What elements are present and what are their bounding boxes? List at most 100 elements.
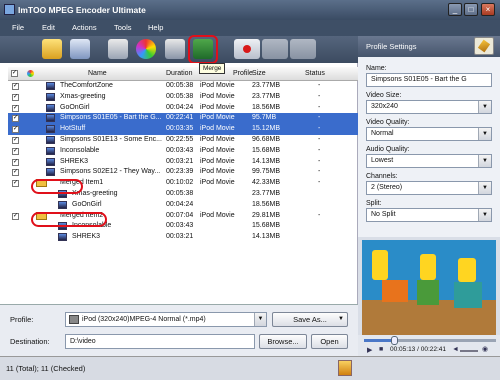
table-row[interactable]: ✓ SHREK3 00:03:21 iPod Movie 14.13MB -	[8, 157, 358, 168]
row-status: -	[318, 103, 321, 111]
row-profile: iPod Movie	[200, 211, 235, 219]
save-as-button[interactable]: Save As... ▼	[272, 312, 348, 327]
row-checkbox[interactable]: ✓	[12, 158, 19, 166]
minimize-button[interactable]: _	[448, 3, 462, 16]
row-size: 23.77MB	[252, 92, 281, 100]
name-input[interactable]: Simpsons S01E05 - Bart the G	[366, 73, 492, 87]
destination-input[interactable]: D:\video	[65, 334, 255, 349]
row-checkbox[interactable]: ✓	[12, 115, 19, 123]
row-duration: 00:23:39	[166, 168, 194, 176]
edit-profile-button[interactable]	[474, 37, 494, 55]
video-file-icon	[58, 233, 67, 242]
row-name: GoOnGirl	[72, 200, 102, 208]
table-row[interactable]: ✓ GoOnGirl 00:04:24 iPod Movie 18.56MB -	[8, 103, 358, 114]
row-profile: iPod Movie	[200, 146, 235, 154]
row-duration: 00:22:41	[166, 114, 194, 122]
character-right	[458, 258, 476, 282]
column-duration[interactable]: Duration	[166, 70, 192, 77]
row-checkbox[interactable]: ✓	[12, 180, 19, 188]
row-status: -	[318, 211, 321, 219]
profile-dropdown-icon[interactable]: ▼	[254, 313, 266, 326]
video-size-select[interactable]: 320x240 ▼	[366, 100, 492, 114]
ipod-icon	[69, 315, 79, 324]
check-all-box[interactable]: ✓	[11, 70, 18, 77]
maximize-button[interactable]: □	[464, 3, 478, 16]
row-checkbox[interactable]: ✓	[12, 147, 19, 155]
chevron-down-icon: ▼	[478, 182, 491, 194]
table-row[interactable]: GoOnGirl 00:04:24 18.56MB	[8, 200, 358, 211]
merged-item1-highlight	[31, 179, 83, 194]
audio-quality-select[interactable]: Lowest ▼	[366, 154, 492, 168]
row-checkbox[interactable]: ✓	[12, 104, 19, 112]
column-profile[interactable]: Profile	[233, 70, 253, 77]
video-file-icon	[46, 114, 55, 123]
row-checkbox[interactable]: ✓	[12, 83, 19, 90]
settings-icon[interactable]	[165, 39, 185, 59]
row-status: -	[318, 136, 321, 143]
merge-tooltip: Merge	[199, 63, 226, 74]
row-duration: 00:05:38	[166, 190, 194, 197]
table-row[interactable]: ✓ Simpsons S02E12 - They Way... 00:23:39 iP…	[8, 167, 358, 178]
close-button[interactable]: ×	[481, 3, 495, 16]
column-size[interactable]: Size	[252, 70, 266, 77]
table-row[interactable]: ✓ Simpsons S01E13 - Some Enc... 00:22:55 iP…	[8, 135, 358, 146]
status-bar: 11 (Total); 11 (Checked)	[0, 356, 500, 380]
audio-quality-label: Audio Quality:	[366, 146, 410, 153]
row-duration: 00:05:38	[166, 82, 194, 89]
profile-select[interactable]: iPod (320x240)MPEG-4 Normal (*.mp4) ▼	[65, 312, 267, 327]
row-profile: iPod Movie	[200, 157, 235, 165]
play-icon[interactable]: ▶	[367, 346, 372, 354]
menu-file[interactable]: File	[12, 23, 24, 32]
menu-tools[interactable]: Tools	[114, 23, 132, 32]
row-profile: iPod Movie	[200, 125, 235, 133]
table-row[interactable]: ✓ TheComfortZone 00:05:38 iPod Movie 23.77MB…	[8, 81, 358, 92]
video-file-icon	[46, 157, 55, 166]
row-duration: 00:10:02	[166, 179, 194, 187]
table-row[interactable]: SHREK3 00:03:21 14.13MB	[8, 232, 358, 243]
row-size: 14.13MB	[252, 233, 281, 241]
channels-select[interactable]: 2 (Stereo) ▼	[366, 181, 492, 195]
table-row[interactable]: ✓ Inconsolable 00:03:43 iPod Movie 15.68MB -	[8, 146, 358, 157]
row-duration: 00:05:38	[166, 92, 194, 100]
video-file-icon	[46, 168, 55, 177]
column-name[interactable]: Name	[88, 70, 107, 77]
row-checkbox[interactable]: ✓	[12, 93, 19, 101]
add-files-icon[interactable]	[42, 39, 62, 59]
volume-icon[interactable]: ◄	[452, 346, 459, 353]
log-icon[interactable]	[338, 360, 352, 376]
browse-button[interactable]: Browse...	[259, 334, 307, 349]
record-button[interactable]	[234, 39, 260, 59]
video-quality-select[interactable]: Normal ▼	[366, 127, 492, 141]
channels-label: Channels:	[366, 173, 398, 180]
row-name: GoOnGirl	[60, 103, 90, 111]
color-column-icon	[27, 70, 34, 77]
seek-track[interactable]	[364, 336, 496, 345]
column-status[interactable]: Status	[305, 70, 325, 77]
menu-help[interactable]: Help	[148, 23, 163, 32]
row-checkbox[interactable]: ✓	[12, 169, 19, 177]
row-profile: iPod Movie	[200, 103, 235, 111]
table-row[interactable]: ✓ Simpsons S01E05 - Bart the G... 00:22:41…	[8, 113, 358, 125]
video-quality-label: Video Quality:	[366, 119, 410, 126]
stop-icon[interactable]: ■	[379, 346, 383, 353]
row-checkbox[interactable]: ✓	[12, 137, 19, 144]
snapshot-icon[interactable]: ◉	[482, 345, 488, 353]
volume-slider[interactable]	[460, 350, 478, 352]
menu-actions[interactable]: Actions	[72, 23, 97, 32]
table-row[interactable]: ✓ Xmas-greeting 00:05:38 iPod Movie 23.77MB -	[8, 92, 358, 103]
menu-edit[interactable]: Edit	[42, 23, 55, 32]
pause-button[interactable]	[262, 39, 288, 59]
clip-icon[interactable]	[108, 39, 128, 59]
table-row[interactable]: ✓ HotStuff 00:03:35 iPod Movie 15.12MB -	[8, 124, 358, 135]
effects-icon[interactable]	[136, 39, 156, 59]
seek-thumb[interactable]	[391, 336, 399, 345]
row-checkbox[interactable]: ✓	[12, 212, 19, 220]
row-checkbox[interactable]: ✓	[12, 126, 19, 134]
open-button[interactable]: Open	[311, 334, 348, 349]
row-size: 15.68MB	[252, 222, 281, 230]
video-quality-value: Normal	[371, 130, 394, 137]
stop-button[interactable]	[290, 39, 316, 59]
remove-file-icon[interactable]	[70, 39, 90, 59]
split-select[interactable]: No Split ▼	[366, 208, 492, 222]
row-duration: 00:03:21	[166, 233, 194, 241]
